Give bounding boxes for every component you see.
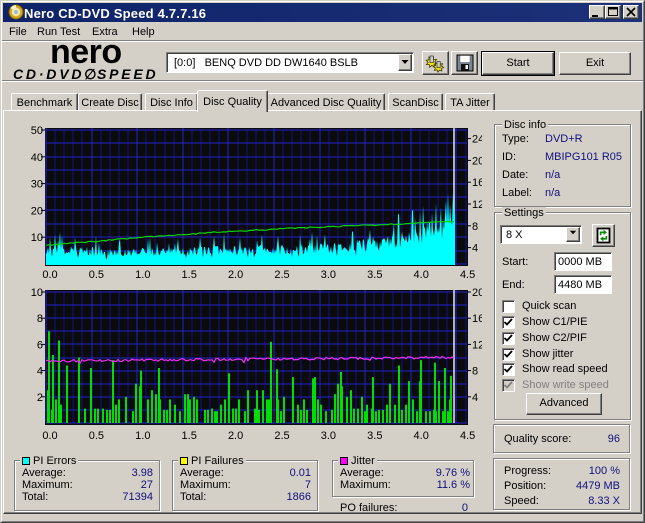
- svg-text:6: 6: [37, 339, 43, 351]
- svg-text:1.0: 1.0: [135, 430, 150, 442]
- svg-text:1.0: 1.0: [135, 269, 150, 281]
- svg-text:0.5: 0.5: [89, 430, 104, 442]
- svg-text:2.0: 2.0: [228, 430, 243, 442]
- svg-text:16: 16: [472, 177, 482, 189]
- svg-text:10: 10: [31, 287, 43, 299]
- svg-text:20: 20: [31, 205, 43, 217]
- svg-text:12: 12: [472, 199, 482, 211]
- svg-text:1.5: 1.5: [182, 269, 197, 281]
- svg-text:4.0: 4.0: [414, 269, 429, 281]
- svg-text:4: 4: [472, 243, 478, 255]
- svg-text:0.0: 0.0: [42, 430, 57, 442]
- svg-text:3.5: 3.5: [367, 430, 382, 442]
- svg-text:0.5: 0.5: [89, 269, 104, 281]
- svg-text:3.5: 3.5: [367, 269, 382, 281]
- svg-text:0.0: 0.0: [42, 269, 57, 281]
- svg-text:12: 12: [472, 339, 482, 351]
- svg-text:2.5: 2.5: [274, 430, 289, 442]
- svg-text:20: 20: [472, 155, 482, 167]
- svg-text:3.0: 3.0: [321, 430, 336, 442]
- svg-text:40: 40: [31, 152, 43, 164]
- svg-text:24: 24: [472, 134, 482, 146]
- svg-text:3.0: 3.0: [321, 269, 336, 281]
- svg-text:8: 8: [472, 366, 478, 378]
- svg-text:30: 30: [31, 179, 43, 191]
- svg-text:4: 4: [472, 392, 478, 404]
- svg-text:1.5: 1.5: [182, 430, 197, 442]
- svg-text:8: 8: [472, 221, 478, 233]
- svg-text:8: 8: [37, 313, 43, 325]
- svg-text:16: 16: [472, 313, 482, 325]
- svg-text:20: 20: [472, 287, 482, 299]
- svg-text:4.5: 4.5: [460, 269, 475, 281]
- svg-text:4.0: 4.0: [414, 430, 429, 442]
- svg-text:2: 2: [37, 392, 43, 404]
- svg-text:50: 50: [31, 125, 43, 137]
- svg-text:4.5: 4.5: [460, 430, 475, 442]
- svg-text:10: 10: [31, 232, 43, 244]
- svg-text:2.5: 2.5: [274, 269, 289, 281]
- svg-text:2.0: 2.0: [228, 269, 243, 281]
- svg-text:4: 4: [37, 366, 43, 378]
